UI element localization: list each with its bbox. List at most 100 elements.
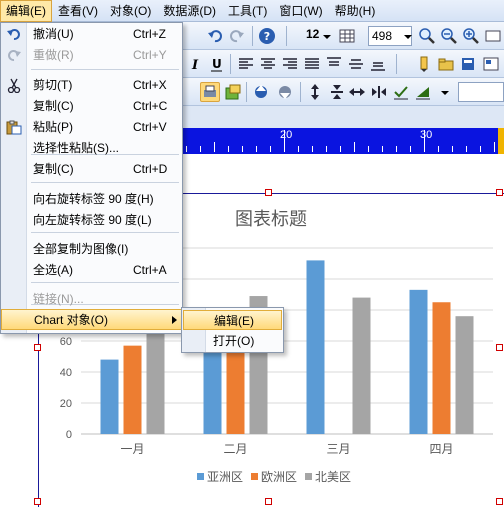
menu-6[interactable]: 帮助(H) (329, 0, 382, 22)
object-name-combo[interactable] (458, 82, 504, 102)
menu-3[interactable]: 数据源(D) (157, 0, 222, 22)
underline-icon[interactable]: U (208, 55, 226, 73)
menu-item-shortcut: Ctrl+V (133, 120, 167, 134)
vertical-center-icon[interactable] (328, 83, 346, 101)
edit-menu-item[interactable]: 全部复制为图像(I) (1, 239, 182, 260)
menu-0[interactable]: 编辑(E) (0, 0, 52, 22)
layout-icon[interactable] (482, 55, 500, 73)
selection-handle[interactable] (265, 189, 272, 196)
edit-menu-item[interactable]: Chart 对象(O) (1, 309, 182, 330)
distribute-icon[interactable] (414, 83, 432, 101)
ruler-label: 20 (280, 129, 293, 141)
edit-menu-item[interactable]: 粘贴(P) Ctrl+V (1, 117, 182, 138)
menu-2[interactable]: 对象(O) (104, 0, 157, 22)
svg-text:?: ? (264, 30, 270, 43)
selection-handle[interactable] (496, 344, 503, 351)
edit-menu-item[interactable]: 重做(R) Ctrl+Y (1, 45, 182, 66)
menu-item-label: 剪切(T) (33, 78, 73, 92)
zoom-dropdown-icon[interactable] (403, 27, 413, 45)
menu-item-shortcut: Ctrl+D (133, 162, 168, 176)
font-size-label[interactable]: 12 (306, 27, 319, 41)
zoom-out-icon[interactable] (440, 27, 458, 45)
align-left-icon[interactable] (237, 55, 255, 73)
svg-text:U: U (212, 57, 222, 71)
x-tick-label: 三月 (326, 442, 350, 456)
horizontal-spacing-icon[interactable] (348, 83, 366, 101)
toolbar-separator (286, 26, 287, 46)
zoom-fit-icon[interactable] (462, 27, 480, 45)
undo-icon (6, 27, 22, 42)
menu-item-label: 链接(N)... (33, 292, 84, 306)
ruler-tick (312, 146, 313, 152)
menu-1[interactable]: 查看(V) (52, 0, 104, 22)
font-size-dropdown-icon[interactable] (322, 27, 332, 45)
align-top-icon[interactable] (325, 55, 343, 73)
ruler-tick (410, 146, 411, 152)
send-back-icon[interactable] (276, 83, 294, 101)
edit-menu-item[interactable]: 复制(C) Ctrl+D (1, 159, 182, 180)
database-icon[interactable] (459, 55, 477, 73)
zoom-in-icon[interactable] (418, 27, 436, 45)
redo-icon (6, 48, 22, 63)
menu-4[interactable]: 工具(T) (222, 0, 273, 22)
ruler-tick (200, 146, 201, 152)
align-middle-icon[interactable] (347, 55, 365, 73)
edit-menu-item[interactable]: 选择性粘贴(S)... (1, 138, 182, 159)
toolbar-separator (396, 54, 397, 74)
toolbar-overflow-icon[interactable] (440, 83, 450, 101)
table-icon[interactable] (338, 27, 356, 45)
align-right-icon[interactable] (281, 55, 299, 73)
selection-handle[interactable] (34, 498, 41, 505)
menu-5[interactable]: 窗口(W) (273, 0, 328, 22)
ruler-tick (284, 130, 285, 152)
edit-menu-item[interactable]: 向左旋转标签 90 度(L) (1, 210, 182, 231)
align-center-icon[interactable] (259, 55, 277, 73)
x-tick-label: 四月 (429, 442, 453, 456)
redo-toolbar-icon[interactable] (228, 27, 246, 45)
justify-icon[interactable] (303, 55, 321, 73)
legend-label: 北美区 (315, 470, 351, 484)
bring-front-icon[interactable] (252, 83, 270, 101)
ruler-tick (368, 146, 369, 152)
image-object-icon[interactable] (224, 83, 242, 101)
edit-menu-item[interactable]: 向右旋转标签 90 度(H) (1, 189, 182, 210)
pencil-icon[interactable] (415, 55, 433, 73)
edit-menu-item[interactable]: 撤消(U) Ctrl+Z (1, 24, 182, 45)
edit-menu-item[interactable]: 剪切(T) Ctrl+X (1, 75, 182, 96)
legend-swatch (197, 473, 204, 480)
chart-submenu-item[interactable]: 编辑(E) (183, 310, 282, 330)
printer-icon[interactable] (200, 82, 220, 102)
menu-item-shortcut: Ctrl+C (133, 99, 168, 113)
selection-handle[interactable] (496, 498, 503, 505)
align-check-icon[interactable] (392, 83, 410, 101)
chart-submenu-item[interactable]: 打开(O) (183, 331, 282, 351)
chart-title: 图表标题 (235, 209, 307, 229)
ruler-label: 30 (420, 129, 433, 141)
ruler-marker (498, 128, 504, 154)
selection-handle[interactable] (34, 344, 41, 351)
edit-menu-item[interactable]: 复制(C) Ctrl+C (1, 96, 182, 117)
selection-handle[interactable] (265, 498, 272, 505)
menu-item-label: 编辑(E) (214, 314, 254, 328)
menu-item-label: 选择性粘贴(S)... (33, 141, 119, 155)
toolbar-separator (252, 26, 253, 46)
vertical-spacing-icon[interactable] (306, 83, 324, 101)
help-icon[interactable]: ? (258, 27, 276, 45)
chart-object-submenu: 编辑(E) 打开(O) (181, 307, 284, 353)
undo-toolbar-icon[interactable] (206, 27, 224, 45)
align-bottom-icon[interactable] (369, 55, 387, 73)
horizontal-center-icon[interactable] (370, 83, 388, 101)
bar-亚洲区-一月 (100, 359, 119, 434)
open-folder-icon[interactable] (437, 55, 455, 73)
edit-menu-item[interactable]: 链接(N)... (1, 289, 182, 310)
menu-item-label: 向右旋转标签 90 度(H) (33, 192, 154, 206)
menu-item-label: 打开(O) (213, 334, 255, 348)
view-icon[interactable] (484, 27, 502, 45)
menu-item-label: 全选(A) (33, 263, 73, 277)
edit-menu-item[interactable]: 全选(A) Ctrl+A (1, 260, 182, 281)
selection-handle[interactable] (496, 189, 503, 196)
italic-icon[interactable]: I (187, 55, 205, 73)
ruler-tick (186, 146, 187, 152)
toolbar-separator (230, 54, 231, 74)
bar-亚洲区-三月 (306, 260, 325, 434)
